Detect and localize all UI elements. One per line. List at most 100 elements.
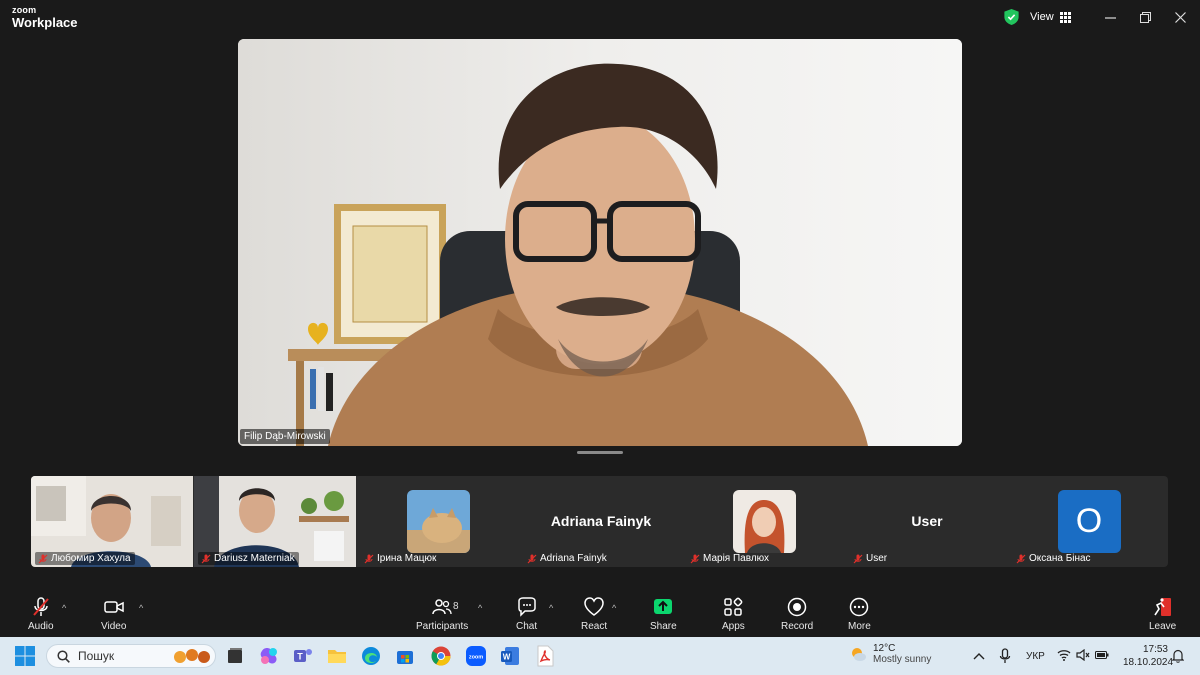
participant-tile[interactable]: Любомир Хахула	[31, 476, 193, 567]
copilot-icon[interactable]	[258, 645, 280, 667]
search-highlight-icon	[174, 649, 210, 663]
participant-display-name: Adriana Fainyk	[550, 513, 652, 529]
record-icon	[787, 597, 807, 617]
participant-tile[interactable]: O Оксана Бінас	[1009, 476, 1168, 567]
chat-label: Chat	[516, 621, 538, 632]
participant-name-tag: Ірина Мацюк	[361, 552, 440, 565]
weather-widget[interactable]: 12°C Mostly sunny	[849, 643, 931, 665]
apps-label: Apps	[722, 621, 745, 632]
minimize-window-button[interactable]	[1101, 8, 1119, 26]
participant-name: Dariusz Materniak	[214, 553, 295, 564]
file-explorer-icon[interactable]	[326, 645, 348, 667]
video-camera-icon	[103, 601, 124, 613]
participant-name-tag: Оксана Бінас	[1013, 552, 1095, 565]
participant-name-tag: User	[850, 552, 891, 565]
participant-name: Любомир Хахула	[51, 553, 131, 564]
clock-date: 18.10.2024	[1123, 657, 1174, 668]
video-options-caret[interactable]: ^	[139, 603, 143, 613]
search-placeholder: Пошук	[78, 649, 115, 663]
participant-tile[interactable]: Adriana Fainyk Adriana Fainyk	[520, 476, 682, 567]
weather-sun-cloud-icon	[852, 648, 866, 661]
participant-tile[interactable]: Марія Павлюх	[683, 476, 845, 567]
input-language-indicator[interactable]: УКР	[1026, 651, 1045, 662]
zoom-workplace-logo: zoom Workplace	[12, 6, 78, 30]
apps-icon	[724, 597, 743, 616]
svg-text:W: W	[503, 653, 511, 662]
participant-name-tag: Марія Павлюх	[687, 552, 773, 565]
gallery-resize-handle[interactable]	[577, 451, 623, 454]
active-speaker-video[interactable]: Filip Dąb-Mirowski	[238, 39, 962, 446]
video-button[interactable]: Video	[101, 597, 126, 632]
portrait-avatar-image	[733, 490, 796, 553]
wifi-icon[interactable]	[1057, 649, 1071, 661]
more-button[interactable]: More	[848, 597, 871, 632]
video-label: Video	[101, 621, 127, 632]
close-window-button[interactable]	[1171, 8, 1189, 26]
participants-label: Participants	[416, 621, 469, 632]
react-button[interactable]: React	[581, 597, 607, 632]
cat-avatar-image	[407, 490, 470, 553]
participants-options-caret[interactable]: ^	[478, 603, 482, 613]
share-screen-icon	[654, 599, 673, 614]
task-view-icon[interactable]	[224, 645, 246, 667]
close-icon	[1174, 11, 1186, 23]
participant-tile[interactable]: Ірина Мацюк	[357, 476, 519, 567]
speaker-video-frame	[238, 39, 962, 446]
windows-start-icon[interactable]	[14, 645, 36, 667]
encryption-shield-icon[interactable]	[1004, 9, 1019, 25]
share-label: Share	[650, 621, 677, 632]
participant-tile[interactable]: User User	[846, 476, 1008, 567]
restore-window-button[interactable]	[1136, 8, 1154, 26]
react-options-caret[interactable]: ^	[612, 603, 616, 613]
participant-tile[interactable]: Dariusz Materniak	[194, 476, 356, 567]
audio-options-caret[interactable]: ^	[62, 603, 66, 613]
weather-description: Mostly sunny	[873, 654, 932, 665]
word-app-icon[interactable]: W	[499, 645, 521, 667]
notification-bell-icon[interactable]	[1172, 649, 1184, 663]
apps-button[interactable]: Apps	[722, 597, 745, 632]
pdf-reader-icon[interactable]	[534, 645, 556, 667]
participant-avatar	[733, 490, 796, 553]
participant-name: Adriana Fainyk	[540, 553, 607, 564]
windows-taskbar: Пошук T zoom W 12°C Mostly sunny УКР 17:…	[0, 637, 1200, 675]
chat-bubble-icon	[517, 597, 536, 617]
participant-name-tag: Dariusz Materniak	[198, 552, 299, 565]
chat-button[interactable]: Chat	[516, 597, 537, 632]
weather-temperature: 12°C	[873, 643, 896, 654]
react-label: React	[581, 621, 608, 632]
tray-overflow-chevron-icon[interactable]	[973, 651, 985, 661]
clock[interactable]: 17:53 18.10.2024	[1123, 644, 1174, 668]
participant-name: Марія Павлюх	[703, 553, 770, 564]
record-label: Record	[781, 621, 814, 632]
participant-name: Ірина Мацюк	[377, 553, 437, 564]
record-button[interactable]: Record	[781, 597, 813, 632]
audio-button[interactable]: Audio	[28, 597, 54, 632]
muted-mic-icon	[853, 554, 863, 563]
leave-door-icon	[1153, 598, 1171, 616]
share-button[interactable]: Share	[650, 597, 677, 632]
teams-icon[interactable]: T	[292, 645, 314, 667]
heart-icon	[584, 597, 604, 616]
muted-mic-icon	[201, 554, 211, 563]
leave-button[interactable]: Leave	[1149, 597, 1176, 632]
minimize-icon	[1104, 16, 1116, 19]
participants-button[interactable]: Participants	[416, 597, 468, 632]
leave-label: Leave	[1149, 621, 1177, 632]
more-dots-icon	[850, 597, 869, 617]
view-button[interactable]: View	[1030, 9, 1071, 25]
zoom-app-icon[interactable]: zoom	[465, 645, 487, 667]
volume-muted-icon[interactable]	[1076, 649, 1090, 661]
muted-mic-icon	[527, 554, 537, 563]
chat-options-caret[interactable]: ^	[549, 603, 553, 613]
participant-display-name: User	[911, 513, 943, 529]
microphone-tray-icon[interactable]	[999, 648, 1011, 664]
edge-browser-icon[interactable]	[360, 645, 382, 667]
participant-gallery: Любомир Хахула Dariusz Materniak Ірина М…	[31, 476, 1168, 567]
battery-icon[interactable]	[1095, 650, 1109, 660]
grid-icon	[1059, 11, 1071, 23]
microsoft-store-icon[interactable]	[394, 645, 416, 667]
taskbar-search-box[interactable]: Пошук	[46, 644, 216, 668]
chrome-browser-icon[interactable]	[430, 645, 452, 667]
meeting-toolbar: Audio ^ Video ^ Participants 8 ^ Chat ^ …	[0, 591, 1200, 636]
title-bar: zoom Workplace View	[0, 0, 1200, 34]
